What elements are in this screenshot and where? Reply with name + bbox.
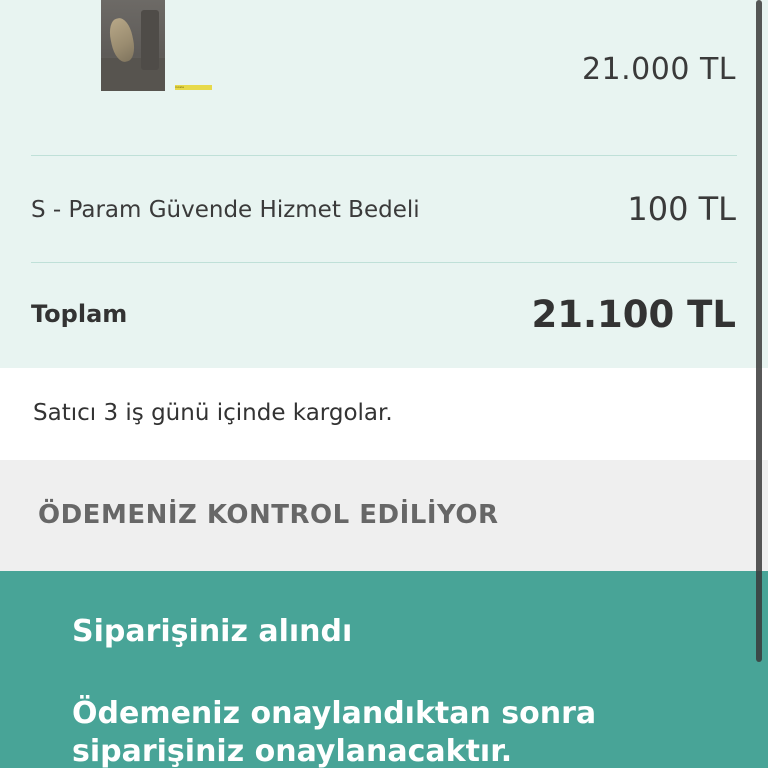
payment-status-text: ÖDEMENİZ KONTROL EDİLİYOR [38,500,499,530]
scrollbar[interactable] [756,0,762,662]
product-image[interactable] [101,0,165,91]
order-message: Ödemeniz onaylandıktan sonra siparişiniz… [72,696,597,769]
shipping-text: Satıcı 3 iş günü içinde kargolar. [33,400,393,426]
order-summary: incele 21.000 TL S - Param Güvende Hizme… [0,0,768,368]
total-value: 21.100 TL [531,293,736,336]
order-title: Siparişiniz alındı [72,614,353,649]
divider [31,262,737,263]
product-price: 21.000 TL [581,52,736,87]
total-label: Toplam [31,300,128,328]
shipping-info: Satıcı 3 iş günü içinde kargolar. [0,368,768,460]
service-fee-label: S - Param Güvende Hizmet Bedeli [31,197,420,223]
sofa-cushion [106,16,138,64]
service-fee-value: 100 TL [627,190,736,228]
sofa-arm [141,10,159,70]
product-link[interactable]: incele [175,85,212,90]
divider [31,155,737,156]
payment-status: ÖDEMENİZ KONTROL EDİLİYOR [0,460,768,571]
order-confirmation: Siparişiniz alındı Ödemeniz onaylandıkta… [0,571,768,769]
